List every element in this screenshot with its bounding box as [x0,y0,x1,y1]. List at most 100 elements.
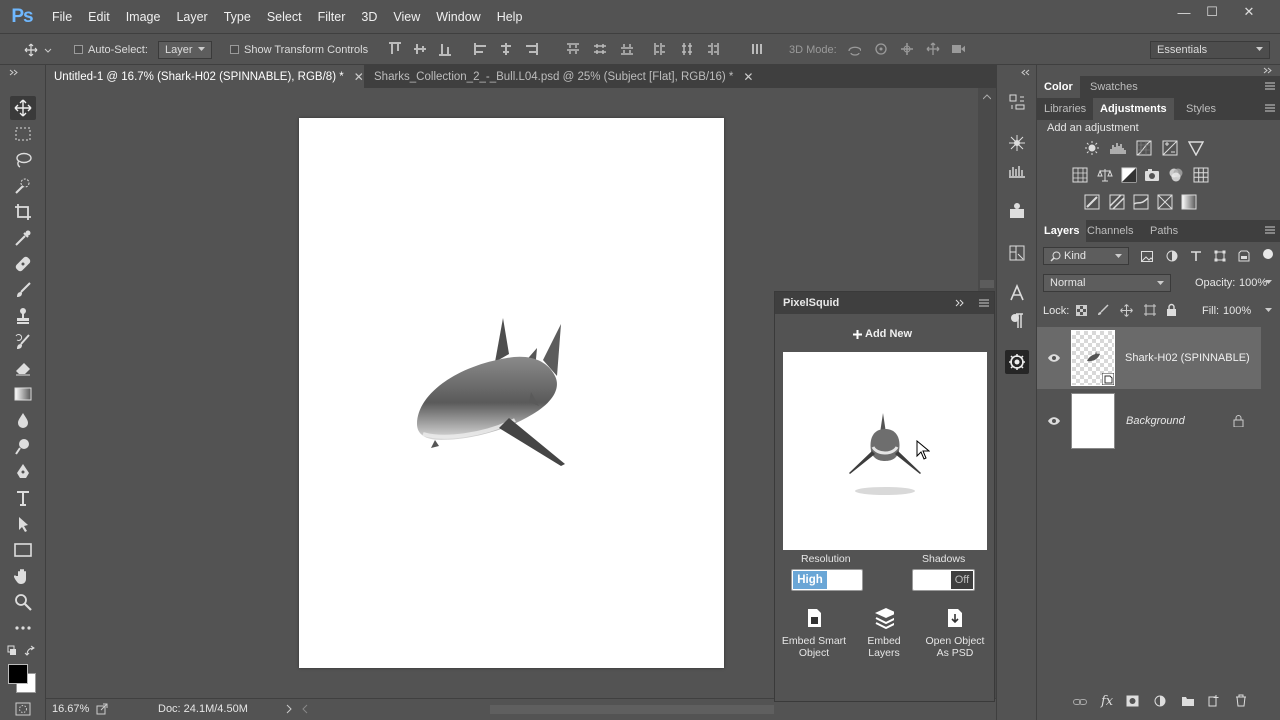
align-right-icon[interactable] [524,42,538,56]
marquee-tool[interactable] [10,122,36,146]
gradient-map-icon[interactable] [1181,194,1197,210]
paragraph-panel-icon[interactable] [1005,309,1029,333]
blur-tool[interactable] [10,408,36,432]
move-tool[interactable] [10,96,36,120]
tab-close-icon[interactable]: ✕ [743,70,753,84]
new-layer-icon[interactable] [1208,694,1220,707]
brush-settings-icon[interactable] [1005,131,1029,155]
3d-scale-icon[interactable] [951,42,965,56]
delete-layer-icon[interactable] [1235,694,1247,707]
embed-smart-object-button[interactable]: Embed Smart Object [781,607,847,659]
quick-selection-tool[interactable] [10,174,36,198]
align-horizontal-center-icon[interactable] [499,42,513,56]
history-panel-icon[interactable] [1005,90,1029,114]
brightness-contrast-icon[interactable] [1084,140,1100,156]
menu-window[interactable]: Window [428,10,488,24]
photo-filter-icon[interactable] [1144,167,1160,183]
character-panel-icon[interactable] [1005,281,1029,305]
color-balance-icon[interactable] [1097,167,1113,183]
menu-image[interactable]: Image [118,10,169,24]
filter-type-icon[interactable] [1190,250,1202,262]
tab-sharks-collection[interactable]: Sharks_Collection_2_-_Bull.L04.psd @ 25%… [366,65,756,88]
tab-libraries[interactable]: Libraries [1037,98,1093,120]
hand-tool[interactable] [10,564,36,588]
close-button[interactable]: ✕ [1230,0,1268,24]
status-menu-arrow-icon[interactable] [286,704,292,714]
zoom-tool[interactable] [10,590,36,614]
swap-colors-icon[interactable] [7,645,37,659]
resolution-toggle[interactable]: High [791,569,863,591]
expand-dock-icon[interactable] [1021,69,1031,76]
open-object-as-psd-button[interactable]: Open Object As PSD [922,607,988,659]
shadows-toggle[interactable]: Off [912,569,975,591]
crop-tool[interactable] [10,200,36,224]
collapse-panels-icon[interactable] [1263,67,1273,74]
distribute-hcenter-icon[interactable] [680,42,694,56]
menu-3d[interactable]: 3D [353,10,385,24]
pixelsquid-panel-icon[interactable] [1005,350,1029,374]
link-layers-icon[interactable] [1073,697,1087,707]
workspace-dropdown[interactable]: Essentials [1150,34,1270,65]
filter-adjustment-icon[interactable] [1166,250,1178,262]
auto-select-checkbox[interactable]: Auto-Select: [74,34,148,65]
auto-align-icon[interactable] [750,42,764,56]
filter-pixel-icon[interactable] [1141,251,1153,262]
menu-filter[interactable]: Filter [310,10,354,24]
menu-layer[interactable]: Layer [168,10,215,24]
tab-channels[interactable]: Channels [1080,220,1140,242]
brush-presets-icon[interactable] [1005,159,1029,183]
document-canvas[interactable] [299,118,724,668]
zoom-level[interactable]: 16.67% [52,703,89,715]
show-transform-controls-checkbox[interactable]: Show Transform Controls [230,34,368,65]
3d-slide-icon[interactable] [926,42,940,56]
lock-icon[interactable] [1233,414,1244,427]
layer-row-background[interactable]: Background [1037,390,1280,452]
new-group-icon[interactable] [1181,695,1195,707]
tab-color[interactable]: Color [1037,76,1080,98]
tab-swatches[interactable]: Swatches [1083,76,1145,98]
selective-color-icon[interactable] [1157,194,1173,210]
pixelsquid-menu-icon[interactable] [979,298,989,308]
type-tool[interactable] [10,486,36,510]
tab-untitled-1[interactable]: Untitled-1 @ 16.7% (Shark-H02 (SPINNABLE… [46,65,364,88]
blend-mode-dropdown[interactable]: Normal [1043,274,1171,292]
invert-icon[interactable] [1084,194,1100,210]
object-preview[interactable] [783,352,987,550]
align-bottom-icon[interactable] [438,42,452,56]
fill-value[interactable]: 100% [1223,305,1251,317]
layer-name[interactable]: Background [1126,415,1185,427]
adjustments-panel-menu-icon[interactable] [1265,103,1275,113]
align-left-icon[interactable] [474,42,488,56]
foreground-color-swatch[interactable] [8,664,28,684]
tab-close-icon[interactable]: ✕ [354,70,364,84]
tab-styles[interactable]: Styles [1179,98,1223,120]
curves-icon[interactable] [1136,140,1152,156]
layer-filter-kind-dropdown[interactable]: Kind [1043,247,1129,265]
tab-paths[interactable]: Paths [1143,220,1185,242]
lock-position-icon[interactable] [1120,304,1133,317]
dodge-tool[interactable] [10,434,36,458]
fx-icon[interactable]: fx [1101,694,1113,709]
filter-shape-icon[interactable] [1214,250,1226,262]
3d-roll-icon[interactable] [874,42,888,56]
color-panel-menu-icon[interactable] [1265,81,1275,91]
clone-source-icon[interactable] [1005,199,1029,223]
menu-type[interactable]: Type [216,10,259,24]
pen-tool[interactable] [10,460,36,484]
eraser-tool[interactable] [10,356,36,380]
scroll-left-icon[interactable] [302,704,308,714]
layers-panel-menu-icon[interactable] [1265,225,1275,235]
filter-smart-object-icon[interactable] [1238,250,1250,262]
levels-icon[interactable] [1110,140,1126,156]
path-selection-tool[interactable] [10,512,36,536]
add-mask-icon[interactable] [1126,695,1139,707]
color-lookup-icon[interactable] [1193,167,1209,183]
collapse-panel-icon[interactable] [955,299,965,307]
quick-mask-icon[interactable] [15,702,31,716]
eye-icon[interactable] [1047,416,1061,426]
healing-brush-tool[interactable] [10,252,36,276]
eyedropper-tool[interactable] [10,226,36,250]
opacity-dropdown-icon[interactable] [1265,280,1272,285]
exposure-icon[interactable] [1162,140,1178,156]
brush-tool[interactable] [10,278,36,302]
